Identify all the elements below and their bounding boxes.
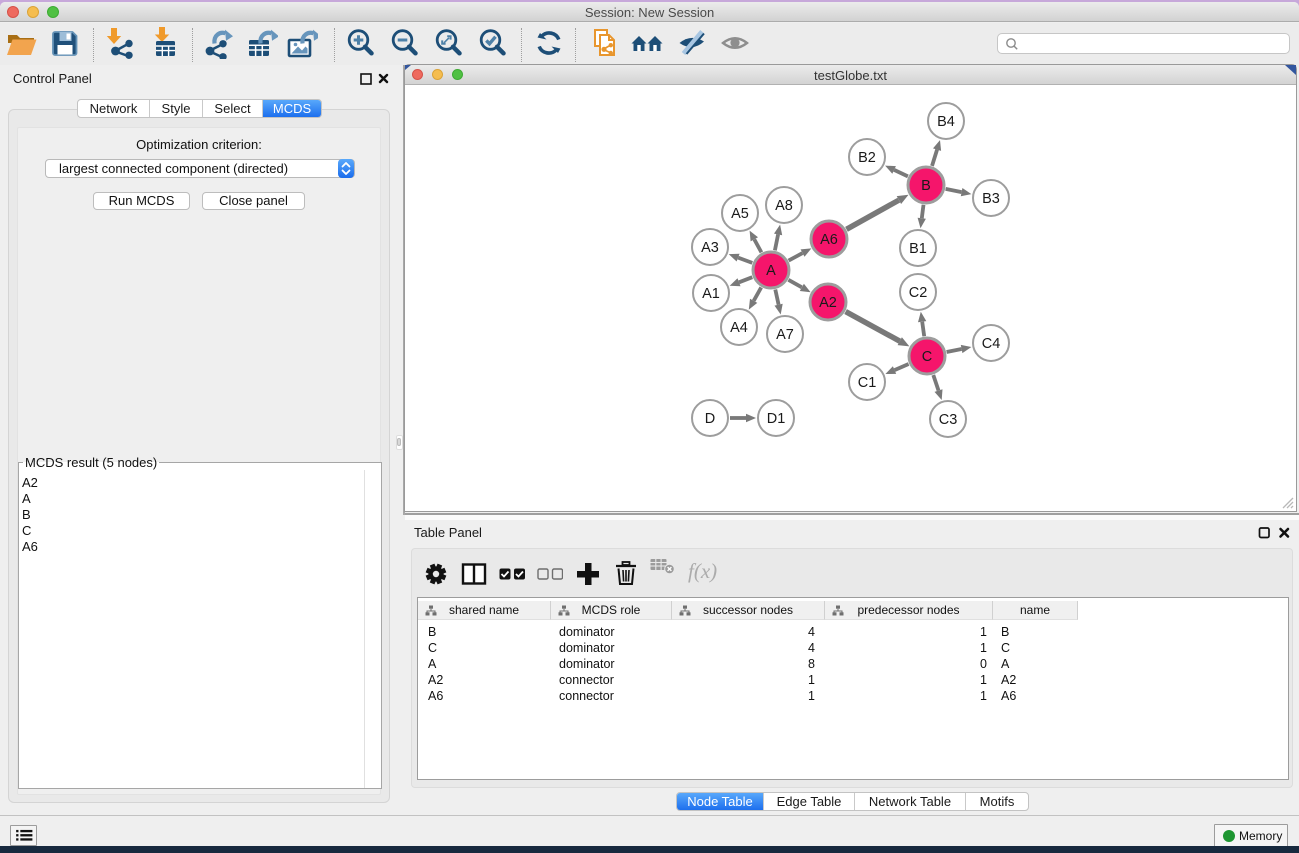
svg-text:C1: C1 <box>858 375 877 391</box>
svg-text:A1: A1 <box>702 286 720 302</box>
svg-text:A7: A7 <box>776 327 794 343</box>
svg-text:A5: A5 <box>731 206 749 222</box>
svg-text:C3: C3 <box>939 412 958 428</box>
svg-text:A3: A3 <box>701 240 719 256</box>
svg-text:B3: B3 <box>982 191 1000 207</box>
svg-text:A2: A2 <box>819 295 837 311</box>
svg-text:A4: A4 <box>730 320 748 336</box>
svg-text:A8: A8 <box>775 198 793 214</box>
svg-text:D1: D1 <box>767 411 786 427</box>
svg-text:B2: B2 <box>858 150 876 166</box>
svg-text:D: D <box>705 411 715 427</box>
svg-text:A6: A6 <box>820 232 838 248</box>
svg-text:C: C <box>922 349 932 365</box>
svg-text:C2: C2 <box>909 285 928 301</box>
svg-text:C4: C4 <box>982 336 1001 352</box>
svg-text:B1: B1 <box>909 241 927 257</box>
svg-text:B4: B4 <box>937 114 955 130</box>
svg-text:A: A <box>766 263 776 279</box>
svg-text:B: B <box>921 178 931 194</box>
